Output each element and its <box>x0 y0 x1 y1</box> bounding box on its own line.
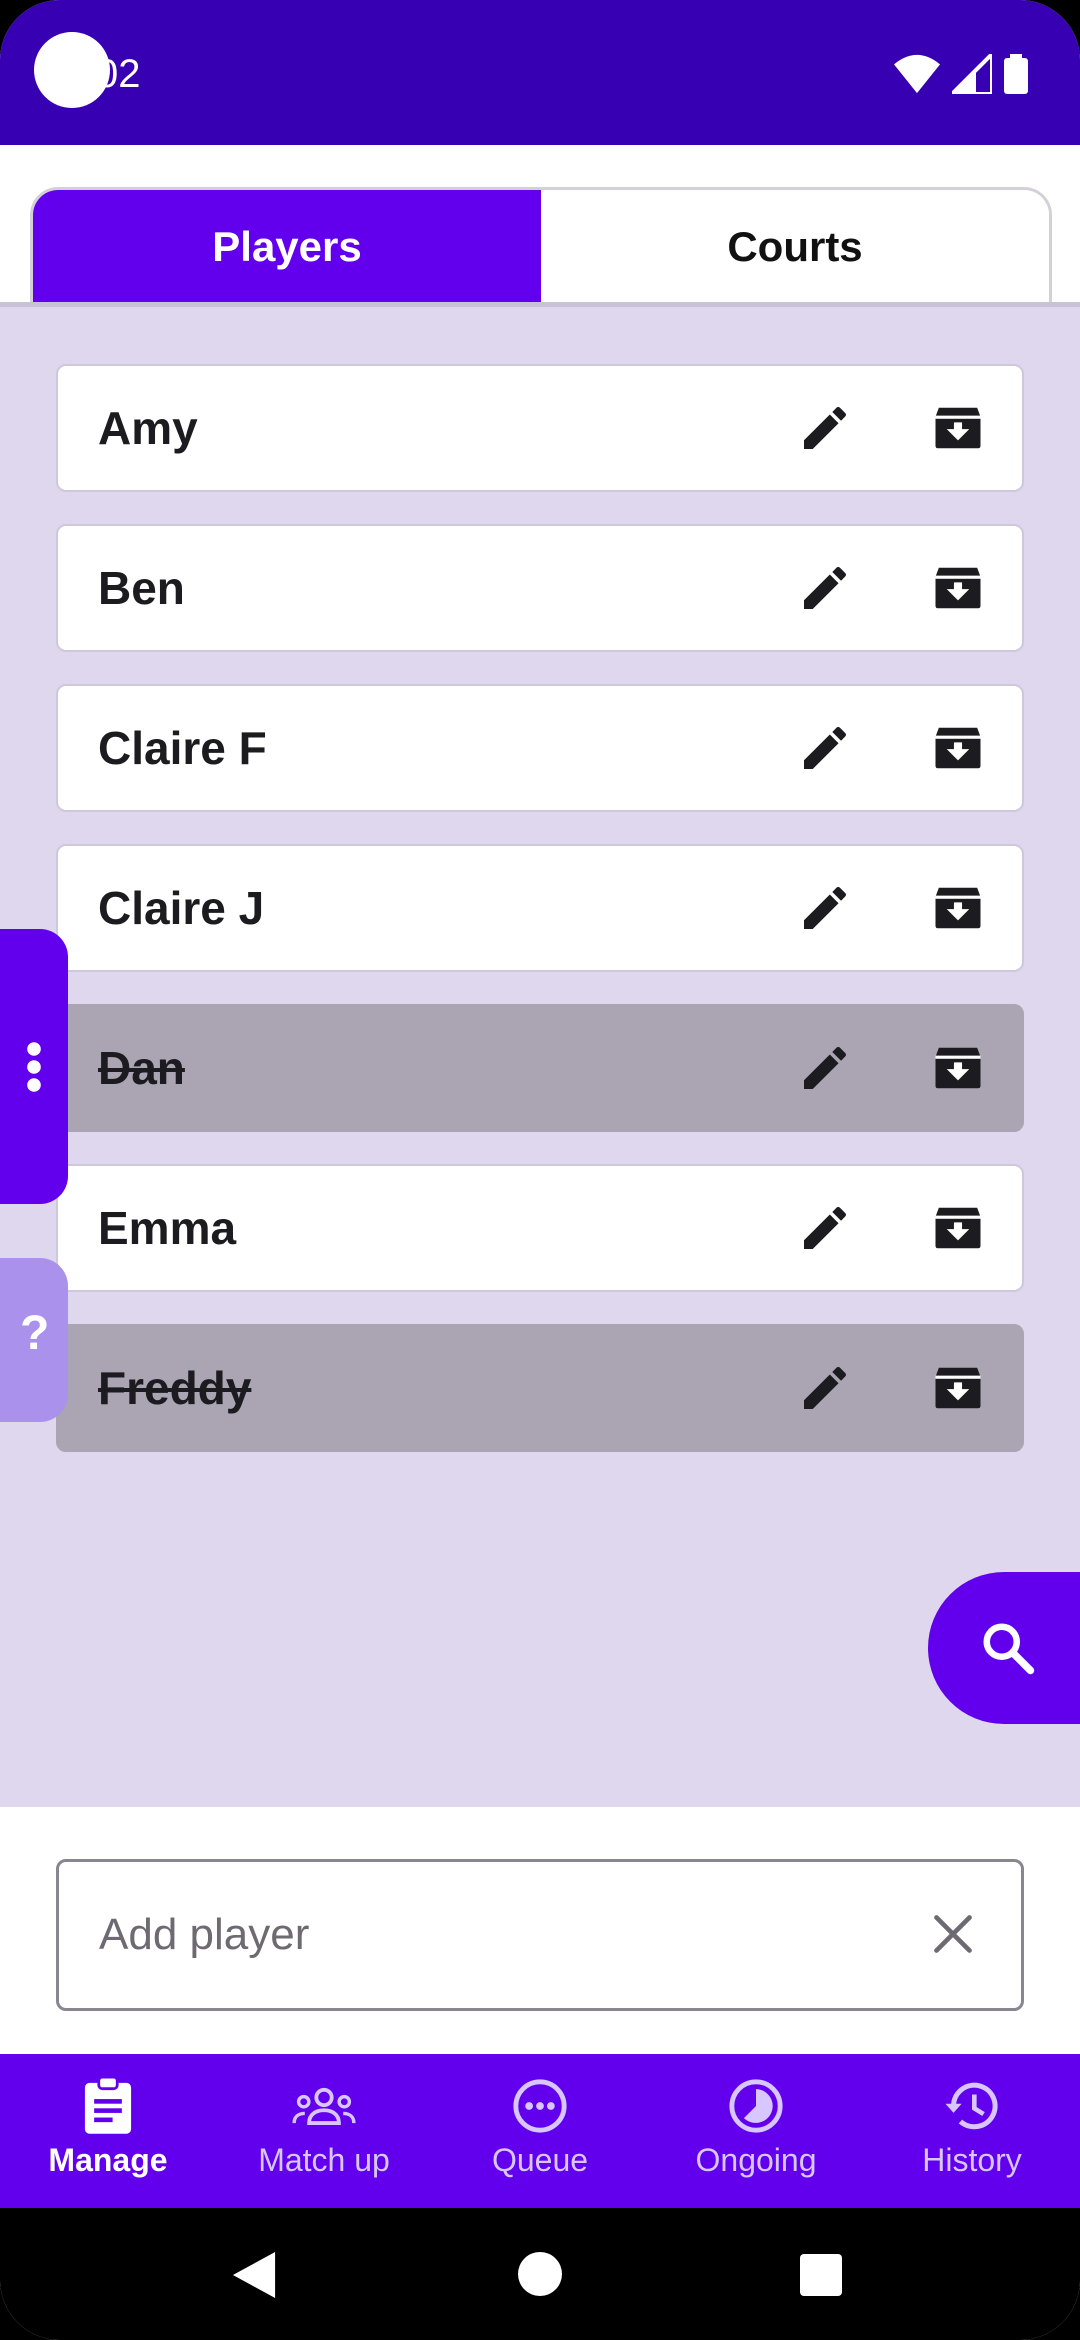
player-row[interactable]: Ben <box>56 524 1024 652</box>
status-time: 02 <box>96 52 141 96</box>
timelapse-icon <box>724 2074 788 2138</box>
tab-courts[interactable]: Courts <box>541 190 1049 303</box>
player-name: Emma <box>98 1202 237 1254</box>
clear-button[interactable] <box>925 1906 981 1962</box>
edit-player-button[interactable] <box>793 1036 857 1100</box>
history-icon <box>940 2074 1004 2138</box>
groups-icon <box>292 2074 356 2138</box>
nav-label-history: History <box>922 2142 1022 2178</box>
system-navigation <box>0 2208 1080 2340</box>
edit-player-button[interactable] <box>793 716 857 780</box>
tab-bar: Players Courts <box>0 145 1080 305</box>
player-name: Freddy <box>98 1362 252 1414</box>
pencil-icon <box>804 886 847 929</box>
nav-history[interactable]: History <box>864 2054 1080 2208</box>
home-icon[interactable] <box>518 2252 562 2296</box>
app-screen: 02 Players Courts Amy Ben Claire F Claire J… <box>0 0 1080 2340</box>
side-menu-tab[interactable] <box>0 929 68 1204</box>
pencil-icon <box>804 1206 847 1249</box>
archive-player-button[interactable] <box>926 396 990 460</box>
pending-icon <box>508 2074 572 2138</box>
nav-queue[interactable]: Queue <box>432 2054 648 2208</box>
help-tab[interactable]: ? <box>0 1258 68 1422</box>
nav-label-ongoing: Ongoing <box>695 2142 817 2178</box>
edit-player-button[interactable] <box>793 396 857 460</box>
recents-icon[interactable] <box>800 2254 842 2296</box>
pencil-icon <box>804 566 847 609</box>
pencil-icon <box>804 406 847 449</box>
status-icons <box>894 54 1028 94</box>
nav-label-match-up: Match up <box>258 2142 390 2178</box>
tabs: Players Courts <box>30 187 1052 303</box>
archive-player-button[interactable] <box>926 1196 990 1260</box>
player-name: Dan <box>98 1042 185 1094</box>
archive-player-button[interactable] <box>926 556 990 620</box>
archive-player-button[interactable] <box>926 1356 990 1420</box>
player-name: Claire J <box>98 882 265 934</box>
player-name: Claire F <box>98 722 267 774</box>
player-row[interactable]: Claire J <box>56 844 1024 972</box>
player-row[interactable]: Claire F <box>56 684 1024 812</box>
back-icon[interactable] <box>232 2252 276 2298</box>
player-name: Amy <box>98 402 198 454</box>
wifi-icon <box>894 54 940 94</box>
archive-icon <box>935 1207 981 1249</box>
player-name: Ben <box>98 562 185 614</box>
archive-player-button[interactable] <box>926 876 990 940</box>
archive-icon <box>935 727 981 769</box>
pencil-icon <box>804 726 847 769</box>
archive-icon <box>935 407 981 449</box>
player-list[interactable]: Amy Ben Claire F Claire J Dan Emma Freddy <box>0 307 1080 1807</box>
add-player-input[interactable] <box>99 1862 919 2008</box>
edit-player-button[interactable] <box>793 556 857 620</box>
close-icon <box>934 1915 972 1953</box>
player-row[interactable]: Amy <box>56 364 1024 492</box>
archive-player-button[interactable] <box>926 1036 990 1100</box>
player-row[interactable]: Dan <box>56 1004 1024 1132</box>
nav-label-queue: Queue <box>491 2142 589 2178</box>
player-row[interactable]: Freddy <box>56 1324 1024 1452</box>
tab-players[interactable]: Players <box>33 190 541 303</box>
edit-player-button[interactable] <box>793 1356 857 1420</box>
nav-match-up[interactable]: Match up <box>216 2054 432 2208</box>
search-button[interactable] <box>928 1572 1080 1724</box>
player-row[interactable]: Emma <box>56 1164 1024 1292</box>
nav-label-manage: Manage <box>48 2142 168 2178</box>
battery-icon <box>1004 54 1028 94</box>
archive-icon <box>935 887 981 929</box>
archive-icon <box>935 1367 981 1409</box>
pencil-icon <box>804 1046 847 1089</box>
add-player-field[interactable] <box>56 1859 1024 2011</box>
archive-player-button[interactable] <box>926 716 990 780</box>
pencil-icon <box>804 1366 847 1409</box>
archive-icon <box>935 567 981 609</box>
clipboard-icon <box>76 2074 140 2138</box>
status-bar: 02 <box>0 0 1080 145</box>
add-player-area <box>0 1807 1080 2054</box>
nav-ongoing[interactable]: Ongoing <box>648 2054 864 2208</box>
bottom-navigation: Manage Match up Queue Ongoing History <box>0 2054 1080 2208</box>
archive-icon <box>935 1047 981 1089</box>
help-label: ? <box>20 1307 50 1360</box>
nav-manage[interactable]: Manage <box>0 2054 216 2208</box>
search-icon <box>983 1623 1035 1675</box>
cell-signal-icon <box>952 54 992 94</box>
edit-player-button[interactable] <box>793 1196 857 1260</box>
more-vert-icon <box>27 1042 41 1092</box>
edit-player-button[interactable] <box>793 876 857 940</box>
